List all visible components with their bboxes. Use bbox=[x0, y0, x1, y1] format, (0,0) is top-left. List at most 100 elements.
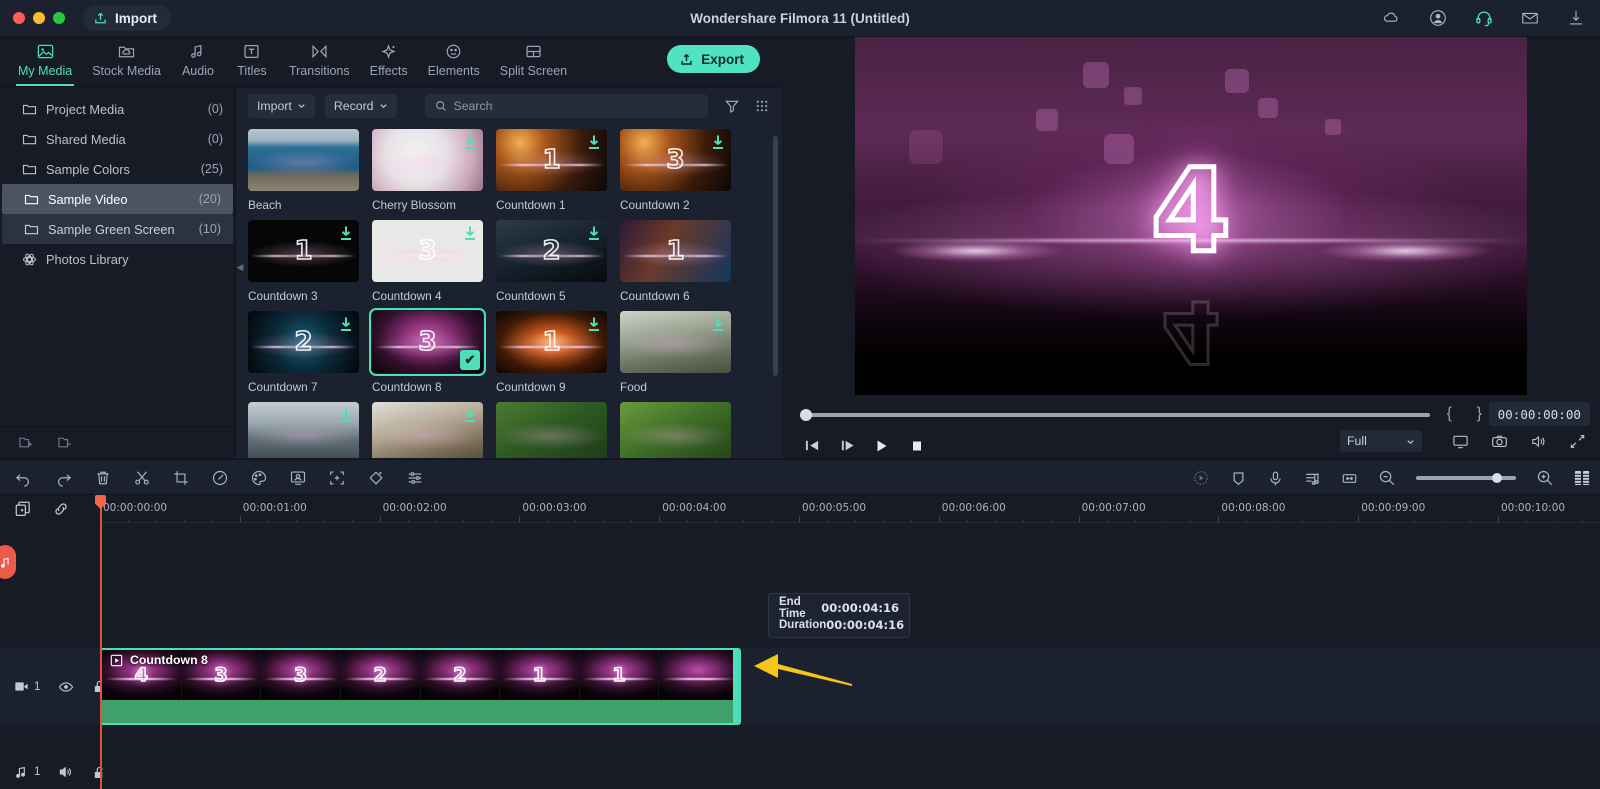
crop-icon[interactable] bbox=[172, 469, 190, 487]
redo-icon[interactable] bbox=[54, 469, 73, 488]
media-item[interactable]: 2 Countdown 5 bbox=[496, 220, 620, 303]
audio-mixer-icon[interactable] bbox=[1304, 470, 1321, 487]
mail-icon[interactable] bbox=[1520, 8, 1540, 28]
download-icon[interactable] bbox=[339, 316, 353, 332]
preview-scrubber-knob[interactable] bbox=[800, 409, 812, 421]
download-icon[interactable] bbox=[587, 134, 601, 150]
media-item[interactable]: 3 Countdown 2 bbox=[620, 129, 744, 212]
fit-timeline-icon[interactable] bbox=[1341, 470, 1358, 487]
speed-icon[interactable] bbox=[211, 469, 229, 487]
media-item[interactable] bbox=[620, 402, 744, 458]
timeline-clip-countdown-8[interactable]: 4332211 Countdown 8 bbox=[100, 648, 741, 725]
sidebar-item-sample-video[interactable]: Sample Video (20) bbox=[2, 184, 233, 214]
media-thumbnail[interactable]: 3 bbox=[372, 220, 483, 282]
media-thumbnail[interactable] bbox=[372, 402, 483, 458]
media-thumbnail[interactable] bbox=[248, 129, 359, 191]
download-icon[interactable] bbox=[463, 407, 477, 423]
media-item[interactable]: 2 Countdown 7 bbox=[248, 311, 372, 394]
add-media-track-icon[interactable] bbox=[14, 500, 32, 518]
preview-scrubber-track[interactable] bbox=[804, 413, 1430, 417]
media-thumbnail[interactable]: 3 ✔ bbox=[369, 308, 486, 376]
timeline-zoom-knob[interactable] bbox=[1492, 473, 1502, 483]
grid-view-icon[interactable] bbox=[754, 98, 770, 114]
media-item[interactable]: 1 Countdown 6 bbox=[620, 220, 744, 303]
media-item[interactable]: 3 Countdown 4 bbox=[372, 220, 496, 303]
media-thumbnail[interactable]: 1 bbox=[620, 220, 731, 282]
media-grid[interactable]: Beach Cherry Blossom 1 Countdown 1 3 Countdow… bbox=[236, 123, 782, 458]
add-folder-icon[interactable] bbox=[18, 434, 35, 451]
preview-quality-select[interactable]: Full bbox=[1340, 430, 1422, 452]
link-unlink-icon[interactable] bbox=[52, 500, 70, 518]
maximize-window-button[interactable] bbox=[53, 12, 65, 24]
zoom-in-icon[interactable] bbox=[1536, 469, 1554, 487]
play-button[interactable] bbox=[874, 438, 890, 454]
timeline-zoom-slider[interactable] bbox=[1416, 473, 1516, 483]
step-forward-button[interactable] bbox=[839, 438, 856, 453]
download-icon[interactable] bbox=[711, 316, 725, 332]
audio-detach-badge[interactable] bbox=[0, 545, 16, 579]
snapshot-camera-icon[interactable] bbox=[1491, 433, 1508, 450]
media-item[interactable]: Food bbox=[620, 311, 744, 394]
sidebar-collapse-handle[interactable]: ◀ bbox=[236, 255, 244, 279]
zoom-out-icon[interactable] bbox=[1378, 469, 1396, 487]
minimize-window-button[interactable] bbox=[33, 12, 45, 24]
download-icon[interactable] bbox=[587, 316, 601, 332]
media-thumbnail[interactable]: 1 bbox=[496, 129, 607, 191]
voiceover-mic-icon[interactable] bbox=[1267, 470, 1284, 487]
headset-icon[interactable] bbox=[1474, 8, 1494, 28]
tab-titles[interactable]: Titles bbox=[225, 37, 279, 86]
media-import-dropdown[interactable]: Import bbox=[248, 93, 315, 118]
media-item[interactable]: 1 Countdown 3 bbox=[248, 220, 372, 303]
media-thumbnail[interactable]: 1 bbox=[496, 311, 607, 373]
filter-funnel-icon[interactable] bbox=[724, 98, 740, 114]
color-palette-icon[interactable] bbox=[250, 469, 268, 487]
media-item[interactable]: Beach bbox=[248, 129, 372, 212]
media-thumbnail[interactable]: 2 bbox=[248, 311, 359, 373]
download-icon[interactable] bbox=[1566, 8, 1586, 28]
media-thumbnail[interactable] bbox=[372, 129, 483, 191]
download-icon[interactable] bbox=[339, 225, 353, 241]
display-icon[interactable] bbox=[1452, 433, 1469, 450]
close-window-button[interactable] bbox=[13, 12, 25, 24]
tab-audio[interactable]: Audio bbox=[171, 37, 225, 86]
mask-icon[interactable] bbox=[367, 469, 385, 487]
media-item[interactable] bbox=[372, 402, 496, 458]
adjust-sliders-icon[interactable] bbox=[406, 469, 424, 487]
green-screen-icon[interactable] bbox=[289, 469, 307, 487]
delete-icon[interactable] bbox=[94, 469, 112, 487]
media-grid-scrollbar[interactable] bbox=[773, 136, 778, 376]
detach-icon[interactable] bbox=[1574, 470, 1590, 486]
download-icon[interactable] bbox=[711, 134, 725, 150]
remove-folder-icon[interactable] bbox=[57, 434, 74, 451]
video-preview[interactable]: 4 4 bbox=[855, 37, 1527, 395]
media-thumbnail[interactable]: 3 bbox=[620, 129, 731, 191]
preview-timecode[interactable]: 00:00:00:00 bbox=[1488, 402, 1590, 426]
media-item[interactable]: 3 ✔ Countdown 8 bbox=[369, 308, 496, 394]
sidebar-item-sample-colors[interactable]: Sample Colors (25) bbox=[0, 154, 235, 184]
stop-button[interactable] bbox=[910, 439, 924, 453]
media-thumbnail[interactable] bbox=[620, 311, 731, 373]
marker-icon[interactable] bbox=[1230, 470, 1247, 487]
speaker-mute-icon[interactable] bbox=[58, 764, 74, 780]
tab-split-screen[interactable]: Split Screen bbox=[490, 37, 577, 86]
clip-right-trim-handle[interactable] bbox=[733, 650, 739, 723]
mark-in-button[interactable]: { bbox=[1447, 405, 1452, 423]
media-item[interactable]: 1 Countdown 1 bbox=[496, 129, 620, 212]
sidebar-item-photos-library[interactable]: Photos Library bbox=[0, 244, 235, 274]
media-thumbnail[interactable] bbox=[496, 402, 607, 458]
volume-icon[interactable] bbox=[1530, 433, 1547, 450]
fullscreen-icon[interactable] bbox=[1569, 433, 1586, 450]
import-button[interactable]: Import bbox=[83, 5, 171, 31]
eye-visibility-icon[interactable] bbox=[58, 679, 74, 695]
media-item[interactable]: Cherry Blossom bbox=[372, 129, 496, 212]
tab-effects[interactable]: Effects bbox=[360, 37, 418, 86]
account-icon[interactable] bbox=[1428, 8, 1448, 28]
timeline-ruler[interactable]: 00:00:00:00 00:00:01:00 00:00:02:00 00:00:0… bbox=[100, 495, 1600, 523]
download-icon[interactable] bbox=[463, 134, 477, 150]
export-button[interactable]: Export bbox=[667, 45, 760, 73]
media-thumbnail[interactable]: 1 bbox=[248, 220, 359, 282]
media-record-dropdown[interactable]: Record bbox=[324, 93, 397, 118]
split-scissors-icon[interactable] bbox=[133, 469, 151, 487]
sidebar-item-sample-green-screen[interactable]: Sample Green Screen (10) bbox=[2, 214, 233, 244]
download-icon[interactable] bbox=[587, 225, 601, 241]
